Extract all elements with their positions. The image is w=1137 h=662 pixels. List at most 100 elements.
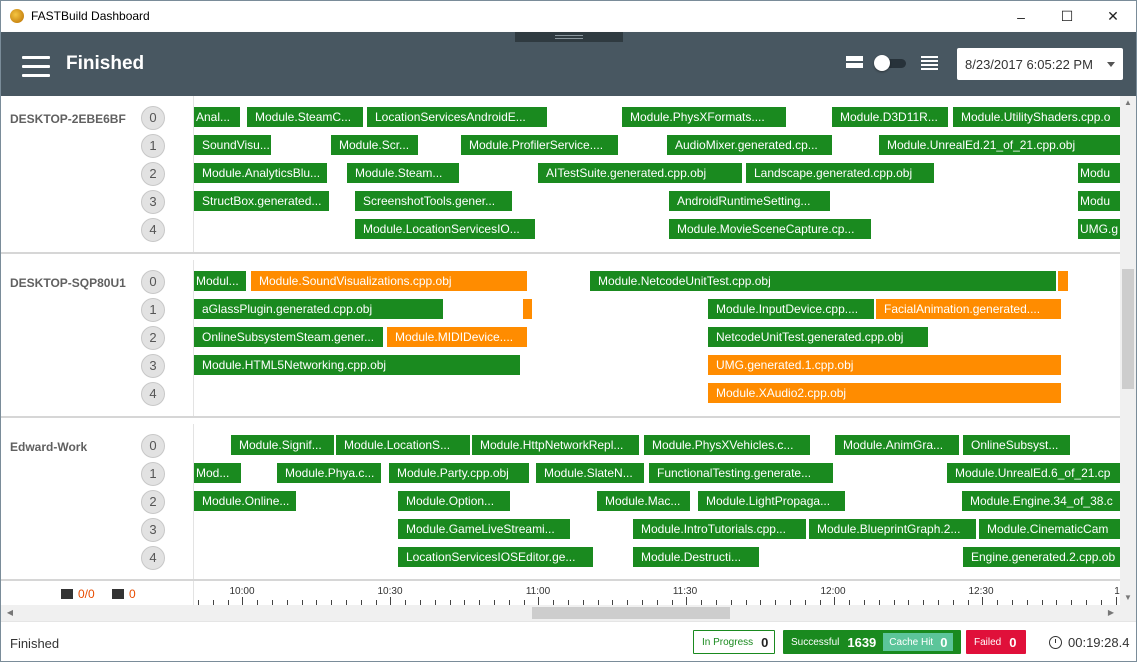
build-job[interactable] (1058, 271, 1068, 291)
build-job[interactable]: AndroidRuntimeSetting... (669, 191, 830, 211)
core-index-badge: 3 (141, 518, 165, 542)
scroll-up-icon[interactable]: ▲ (1120, 96, 1136, 110)
build-job[interactable]: Module.Signif... (231, 435, 334, 455)
build-job[interactable]: Module.Steam... (347, 163, 459, 183)
hamburger-menu-icon[interactable] (22, 56, 50, 77)
build-job[interactable]: Module.BlueprintGraph.2... (809, 519, 976, 539)
build-job[interactable]: Module.HTML5Networking.cpp.obj (194, 355, 520, 375)
window-title: FASTBuild Dashboard (31, 9, 150, 23)
drag-handle[interactable] (515, 32, 623, 42)
scroll-left-icon[interactable]: ◀ (3, 605, 17, 621)
elapsed-value: 00:19:28.4 (1068, 635, 1130, 650)
build-job[interactable]: Module.Engine.34_of_38.c (962, 491, 1120, 511)
time-tick-mark (1116, 597, 1117, 605)
worker-row: Edward-Work 0 Module.Signif... Module.Locat… (1, 424, 1120, 581)
build-job[interactable]: Landscape.generated.cpp.obj (746, 163, 934, 183)
build-job[interactable]: Module.ProfilerService.... (461, 135, 618, 155)
build-job[interactable]: OnlineSubsyst... (963, 435, 1070, 455)
build-job[interactable]: NetcodeUnitTest.generated.cpp.obj (708, 327, 928, 347)
build-job[interactable]: Engine.generated.2.cpp.ob (963, 547, 1120, 567)
time-tick-label: 10:30 (377, 586, 403, 597)
view-toggle[interactable] (874, 55, 906, 71)
build-job[interactable]: FacialAnimation.generated.... (876, 299, 1061, 319)
build-job[interactable]: Module.MIDIDevice.... (387, 327, 527, 347)
time-tick-mark (686, 597, 687, 605)
workers-stat: 0/0 (61, 587, 95, 601)
build-job[interactable]: Module.UnrealEd.6_of_21.cp (947, 463, 1120, 483)
build-job[interactable]: Module.Phya.c... (277, 463, 381, 483)
cores-stat: 0 (112, 587, 136, 601)
build-job[interactable]: OnlineSubsystemSteam.gener... (194, 327, 383, 347)
build-job[interactable]: Modul... (194, 271, 246, 291)
scroll-down-icon[interactable]: ▼ (1120, 591, 1136, 605)
time-tick-label: 10:00 (229, 586, 255, 597)
build-job[interactable]: Module.SlateN... (536, 463, 644, 483)
cache-hit-label: Cache Hit (889, 636, 934, 648)
build-job[interactable]: Mod... (194, 463, 241, 483)
successful-value: 1639 (847, 634, 877, 650)
minimize-button[interactable]: – (998, 1, 1044, 32)
build-job[interactable]: FunctionalTesting.generate... (649, 463, 833, 483)
build-job[interactable]: Module.MovieSceneCapture.cp... (669, 219, 871, 239)
build-job[interactable]: AITestSuite.generated.cpp.obj (538, 163, 742, 183)
vertical-scrollbar[interactable]: ▲ ▼ (1120, 96, 1136, 605)
build-job[interactable]: Module.LocationS... (336, 435, 470, 455)
build-job[interactable]: UMG.generated.1.cpp.obj (708, 355, 1061, 375)
build-job[interactable]: Module.LocationServicesIO... (355, 219, 535, 239)
build-job[interactable]: UMG.g (1078, 219, 1120, 239)
build-job[interactable]: Module.SteamC... (247, 107, 363, 127)
session-date-value: 8/23/2017 6:05:22 PM (965, 57, 1093, 72)
horizontal-scrollbar[interactable]: ◀ ▶ (1, 605, 1120, 621)
build-job[interactable]: Module.PhysXFormats.... (622, 107, 786, 127)
build-job[interactable]: Module.Mac... (597, 491, 690, 511)
build-job[interactable]: SoundVisu... (194, 135, 271, 155)
core-index-badge: 1 (141, 298, 165, 322)
build-job[interactable]: Module.InputDevice.cpp.... (708, 299, 874, 319)
build-job[interactable]: Module.Destructi... (633, 547, 759, 567)
core-index-badge: 4 (141, 218, 165, 242)
build-job[interactable]: Module.AnimGra... (835, 435, 959, 455)
build-job[interactable]: Module.UnrealEd.21_of_21.cpp.obj (879, 135, 1120, 155)
build-job[interactable]: Anal... (194, 107, 240, 127)
maximize-button[interactable]: ☐ (1044, 1, 1090, 32)
build-job[interactable]: LocationServicesIOSEditor.ge... (398, 547, 593, 567)
build-job[interactable]: Module.Option... (398, 491, 510, 511)
time-tick-mark (834, 597, 835, 605)
build-job[interactable]: Module.NetcodeUnitTest.cpp.obj (590, 271, 1056, 291)
status-bar: Finished In Progress 0 Successful 1639 C… (1, 621, 1136, 661)
build-job[interactable]: Module.CinematicCam (979, 519, 1120, 539)
build-job[interactable]: aGlassPlugin.generated.cpp.obj (194, 299, 443, 319)
fastbuild-logo-icon (10, 9, 24, 23)
build-job[interactable]: Module.Online... (194, 491, 296, 511)
build-job[interactable]: Module.PhysXVehicles.c... (644, 435, 810, 455)
build-job[interactable]: ScreenshotTools.gener... (355, 191, 512, 211)
failed-label: Failed (974, 636, 1002, 648)
build-job[interactable]: Module.UtilityShaders.cpp.o (953, 107, 1120, 127)
build-job[interactable]: AudioMixer.generated.cp... (667, 135, 832, 155)
build-job[interactable]: Module.XAudio2.cpp.obj (708, 383, 1061, 403)
build-job[interactable]: Module.LightPropaga... (698, 491, 845, 511)
scroll-right-icon[interactable]: ▶ (1104, 605, 1118, 621)
worker-name: DESKTOP-SQP80U1 (10, 276, 126, 290)
build-job[interactable]: Module.GameLiveStreami... (398, 519, 570, 539)
build-job[interactable]: Module.HttpNetworkRepl... (472, 435, 639, 455)
session-date-select[interactable]: 8/23/2017 6:05:22 PM (957, 48, 1123, 80)
build-job[interactable]: Module.Scr... (331, 135, 418, 155)
build-job[interactable]: Module.AnalyticsBlu... (194, 163, 327, 183)
build-job[interactable]: Modu (1078, 191, 1120, 211)
grid-view-icon[interactable] (846, 56, 863, 70)
build-job[interactable]: Module.D3D11R... (832, 107, 948, 127)
build-job[interactable]: StructBox.generated... (194, 191, 329, 211)
build-job[interactable]: Module.SoundVisualizations.cpp.obj (251, 271, 527, 291)
successful-badge: Successful 1639 Cache Hit 0 (783, 630, 961, 654)
list-view-icon[interactable] (921, 56, 938, 70)
build-job[interactable]: Module.Party.cpp.obj (389, 463, 529, 483)
build-job[interactable]: Module.IntroTutorials.cpp... (633, 519, 806, 539)
build-job[interactable]: Modu (1078, 163, 1120, 183)
close-button[interactable]: ✕ (1090, 1, 1136, 32)
core-index-badge: 2 (141, 326, 165, 350)
build-job[interactable]: LocationServicesAndroidE... (367, 107, 547, 127)
build-job[interactable] (523, 299, 532, 319)
vertical-scroll-thumb[interactable] (1122, 269, 1134, 389)
horizontal-scroll-thumb[interactable] (532, 607, 730, 619)
